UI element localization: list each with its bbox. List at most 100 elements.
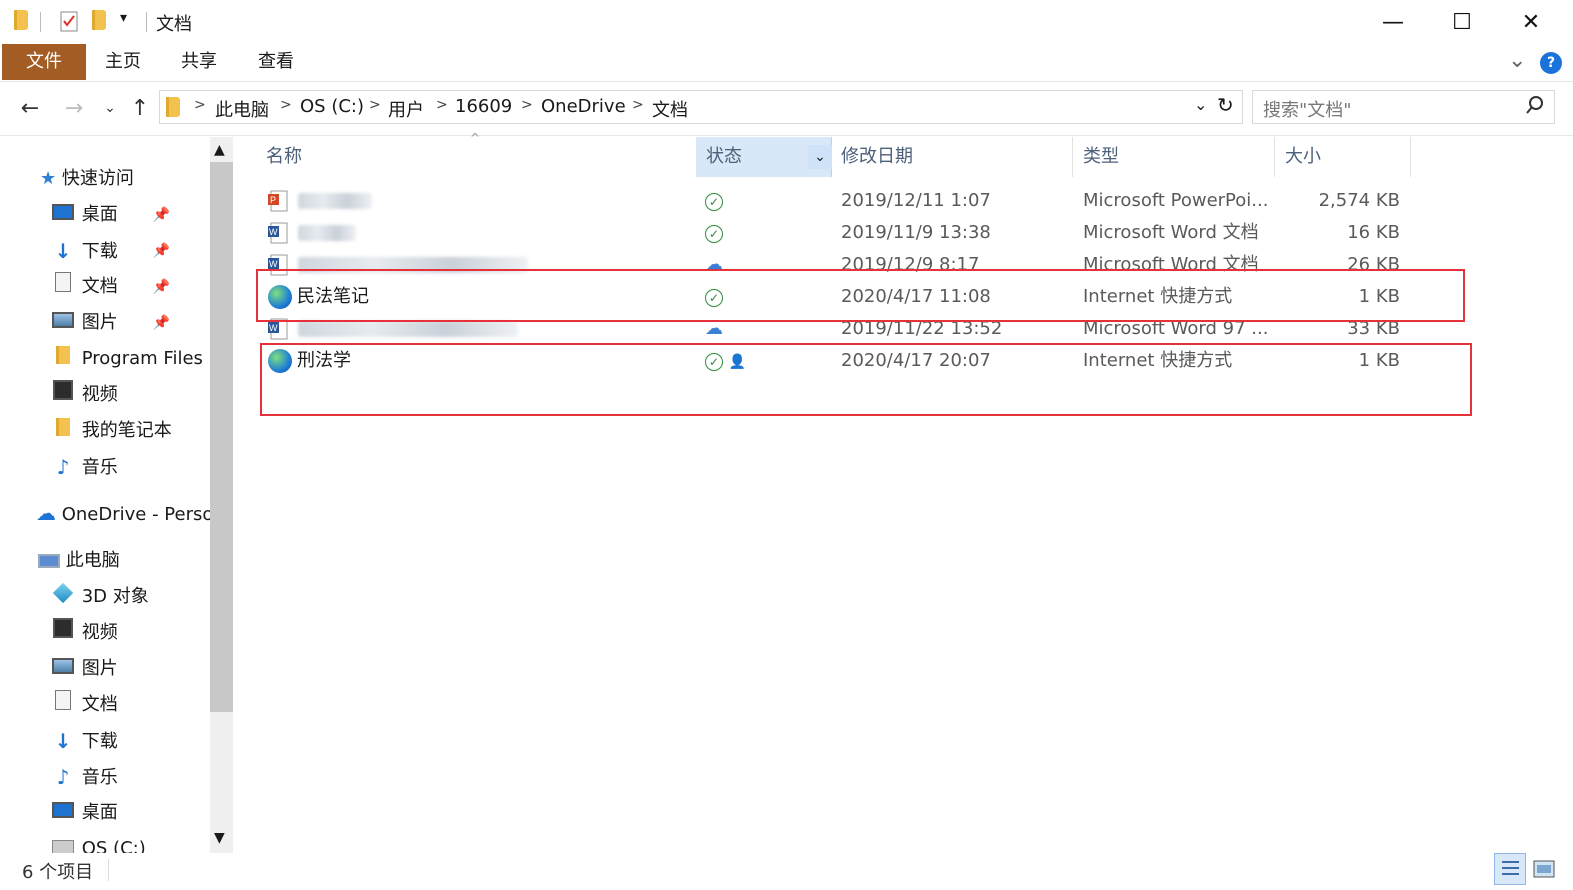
chevron-right-icon[interactable]: > <box>521 97 533 113</box>
sidebar-item-documents[interactable]: 文档 <box>50 688 200 722</box>
pin-icon[interactable]: 📌 <box>153 234 170 268</box>
highlight-box <box>260 343 1472 416</box>
sidebar-item-label: 此电脑 <box>65 550 120 571</box>
chevron-right-icon[interactable]: > <box>280 97 292 113</box>
sidebar-item-label: 文档 <box>81 694 118 715</box>
sidebar-item-download[interactable]: ↓ 下载 <box>50 724 200 758</box>
up-arrow-icon[interactable]: ↑ <box>124 92 156 124</box>
blurred-filename <box>298 225 356 241</box>
sidebar-item-pictures[interactable]: 图片 📌 <box>50 306 200 340</box>
sidebar-item-pictures[interactable]: 图片 <box>50 652 200 686</box>
help-icon[interactable]: ? <box>1540 52 1562 74</box>
folder-icon <box>166 97 180 117</box>
pin-icon[interactable]: 📌 <box>153 270 170 304</box>
sidebar-item-music[interactable]: ♪ 音乐 <box>50 450 200 484</box>
recent-locations-chevron-icon[interactable]: ⌄ <box>94 92 126 124</box>
large-icons-view-icon[interactable] <box>1532 857 1556 886</box>
sidebar-item-documents[interactable]: 文档 📌 <box>50 270 200 304</box>
chevron-right-icon[interactable]: > <box>436 97 448 113</box>
folder-icon <box>50 414 76 448</box>
file-size: 2,574 KB <box>1318 190 1400 211</box>
new-folder-icon[interactable] <box>92 10 106 30</box>
forward-arrow-icon[interactable]: → <box>58 92 90 124</box>
sidebar-item-music[interactable]: ♪ 音乐 <box>50 760 200 794</box>
breadcrumb-this-pc[interactable]: 此电脑 <box>215 96 269 122</box>
tab-file[interactable]: 文件 <box>2 44 86 80</box>
chevron-right-icon[interactable]: > <box>194 97 206 113</box>
address-dropdown-chevron-icon[interactable]: ⌄ <box>1194 95 1207 114</box>
refresh-icon[interactable]: ↻ <box>1217 93 1234 117</box>
blurred-filename <box>298 321 518 337</box>
address-bar-row: ← → ⌄ ↑ > 此电脑 > OS (C:) > 用户 > 16609 > O… <box>0 82 1573 136</box>
tab-home[interactable]: 主页 <box>92 44 154 80</box>
item-count: 6 个项目 <box>22 862 94 883</box>
sidebar-item-label: 图片 <box>81 312 118 333</box>
sidebar-item-label: 视频 <box>81 384 118 405</box>
sidebar-item-desktop[interactable]: 桌面 <box>50 796 200 830</box>
pin-icon[interactable]: 📌 <box>153 198 170 232</box>
scroll-up-icon[interactable]: ▲ <box>214 142 225 158</box>
breadcrumb[interactable]: > 此电脑 > OS (C:) > 用户 > 16609 > OneDrive … <box>159 90 1243 124</box>
sidebar-item-videos[interactable]: 视频 <box>50 616 200 650</box>
maximize-button[interactable]: ☐ <box>1428 0 1496 44</box>
chevron-right-icon[interactable]: > <box>369 97 381 113</box>
sidebar-item-desktop[interactable]: 桌面 📌 <box>50 198 200 232</box>
file-type: Microsoft PowerPoi... <box>1083 190 1269 211</box>
sidebar-item-label: OneDrive - Perso <box>61 504 214 525</box>
search-icon[interactable] <box>1525 95 1545 120</box>
column-size[interactable]: 大小 <box>1275 137 1411 177</box>
sidebar-item-quick-access[interactable]: ★ 快速访问 <box>40 162 134 196</box>
breadcrumb-documents[interactable]: 文档 <box>652 96 688 122</box>
sidebar-item-3d-objects[interactable]: 3D 对象 <box>50 580 200 614</box>
sidebar-item-this-pc[interactable]: 此电脑 <box>38 544 120 578</box>
sidebar-item-label: 图片 <box>81 658 118 679</box>
back-arrow-icon[interactable]: ← <box>14 92 46 124</box>
divider <box>108 859 109 881</box>
details-view-icon[interactable] <box>1494 853 1526 885</box>
download-icon: ↓ <box>54 729 72 753</box>
sidebar-item-label: OS (C:) <box>81 838 146 853</box>
breadcrumb-16609[interactable]: 16609 <box>455 96 512 117</box>
breadcrumb-users[interactable]: 用户 <box>388 96 424 122</box>
file-row[interactable]: P ✓ 2019/12/11 1:07 Microsoft PowerPoi..… <box>258 185 1418 217</box>
sidebar-item-label: 3D 对象 <box>81 586 149 607</box>
pin-icon[interactable]: 📌 <box>153 306 170 340</box>
sidebar-item-folder[interactable]: Program Files ( <box>50 342 216 376</box>
documents-icon <box>50 270 76 304</box>
sidebar-item-label: 桌面 <box>81 204 118 225</box>
close-button[interactable]: ✕ <box>1497 0 1565 44</box>
svg-text:W: W <box>269 227 278 237</box>
tab-share[interactable]: 共享 <box>168 44 230 80</box>
ribbon-expand-chevron-icon[interactable]: ⌄ <box>1508 48 1526 73</box>
column-filter-chevron-icon[interactable]: ⌄ <box>808 145 832 169</box>
synced-check-icon: ✓ <box>705 225 723 243</box>
sidebar-item-folder[interactable]: 我的笔记本 <box>50 414 200 448</box>
tab-view[interactable]: 查看 <box>245 44 307 80</box>
pictures-icon <box>50 306 76 340</box>
3d-objects-icon <box>50 580 76 614</box>
breadcrumb-os-c[interactable]: OS (C:) <box>300 96 364 117</box>
quick-access-dropdown[interactable]: ▾ <box>120 10 127 26</box>
minimize-button[interactable]: — <box>1359 0 1427 44</box>
scroll-down-icon[interactable]: ▼ <box>214 830 225 846</box>
sidebar-item-label: 快速访问 <box>61 168 134 189</box>
synced-check-icon: ✓ <box>705 193 723 211</box>
column-date-modified[interactable]: 修改日期 <box>831 137 1073 177</box>
properties-icon[interactable] <box>60 10 78 37</box>
chevron-right-icon[interactable]: > <box>632 97 644 113</box>
column-type[interactable]: 类型 <box>1073 137 1275 177</box>
folder-icon[interactable] <box>14 10 28 30</box>
sidebar-item-label: 下载 <box>81 731 118 752</box>
sidebar-item-download[interactable]: ↓ 下载 📌 <box>50 234 200 268</box>
breadcrumb-onedrive[interactable]: OneDrive <box>541 96 626 117</box>
powerpoint-file-icon: P <box>268 189 288 220</box>
star-icon: ★ <box>40 168 57 189</box>
search-input[interactable]: 搜索"文档" <box>1252 90 1555 124</box>
sidebar-item-onedrive[interactable]: ☁ OneDrive - Perso <box>36 496 213 530</box>
sidebar-item-videos[interactable]: 视频 <box>50 378 200 412</box>
sidebar-item-drive[interactable]: OS (C:) <box>50 832 200 853</box>
scrollbar-thumb[interactable] <box>210 162 233 712</box>
pictures-icon <box>50 652 76 686</box>
file-row[interactable]: W ✓ 2019/11/9 13:38 Microsoft Word 文档 16… <box>258 217 1418 249</box>
search-placeholder: 搜索"文档" <box>1263 100 1352 121</box>
